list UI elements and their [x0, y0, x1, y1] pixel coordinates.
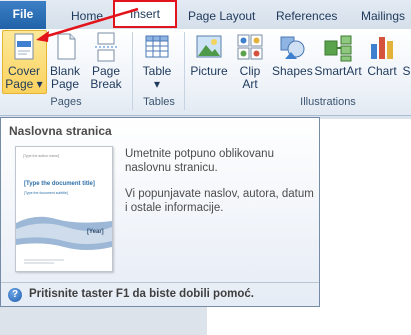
ribbon-insert: Cover Page ▾ Blank Page Page Break Pages [0, 29, 411, 116]
illustrations-group-label: Illustrations [300, 96, 356, 108]
shapes-icon [280, 36, 305, 59]
chart-button[interactable]: Chart [366, 32, 398, 78]
screenshot-label-partial: S [402, 65, 411, 78]
cover-page-thumbnail: [Type the author name] [Type the documen… [15, 146, 113, 272]
tooltip-description-2: Vi popunjavate naslov, autora, datum i o… [125, 188, 314, 214]
tooltip-description-1: Umetnite potpuno oblikovanu naslovnu str… [125, 148, 274, 174]
shapes-label: Shapes [272, 64, 313, 78]
tooltip-title: Naslovna stranica [9, 124, 112, 138]
cover-page-label-2: Page ▾ [5, 77, 43, 91]
table-dropdown-arrow: ▾ [153, 77, 161, 91]
cover-page-tooltip: Naslovna stranica [Type the author name]… [0, 117, 320, 307]
tab-references[interactable]: References [276, 5, 337, 27]
cover-page-icon [14, 33, 34, 60]
smartart-label: SmartArt [314, 64, 362, 78]
tab-mailings[interactable]: Mailings [361, 5, 405, 27]
tables-group-label: Tables [143, 96, 175, 108]
picture-icon [196, 35, 222, 58]
thumbnail-footer-lines [24, 259, 64, 264]
tab-home[interactable]: Home [71, 5, 103, 27]
help-text: Pritisnite taster F1 da biste dobili pom… [29, 288, 254, 300]
pages-group-label: Pages [50, 96, 82, 108]
page-break-icon [95, 32, 117, 62]
clip-art-icon [237, 34, 263, 60]
help-icon: ? [8, 288, 22, 302]
thumbnail-subtitle: [Type the document subtitle] [24, 191, 68, 195]
tooltip-description: Umetnite potpuno oblikovanu naslovnu str… [125, 147, 315, 227]
ribbon-tab-bar: File Home Insert Page Layout References … [0, 0, 411, 30]
clip-art-label-2: Art [242, 77, 258, 91]
page-break-label-2: Break [90, 77, 122, 91]
smartart-icon [324, 35, 352, 62]
clip-art-button[interactable]: Clip Art [233, 32, 267, 91]
chart-icon [371, 37, 393, 59]
table-button[interactable]: Table ▾ [138, 32, 176, 91]
group-separator [132, 32, 133, 110]
blank-page-label-2: Page [50, 77, 80, 91]
thumbnail-year: [Year] [87, 229, 104, 235]
group-separator [184, 32, 185, 110]
tab-insert-label: Insert [129, 7, 160, 21]
page-break-button[interactable]: Page Break [88, 32, 124, 91]
smartart-button[interactable]: SmartArt [313, 32, 363, 78]
shapes-button[interactable]: Shapes [272, 32, 313, 78]
tab-insert[interactable]: Insert [113, 0, 177, 28]
picture-label: Picture [190, 64, 228, 78]
blank-page-button[interactable]: Blank Page [48, 32, 82, 91]
table-icon [145, 35, 169, 58]
blank-page-icon [57, 33, 76, 60]
chart-label: Chart [367, 64, 397, 78]
screenshot-button-partial[interactable]: S [402, 65, 411, 78]
thumbnail-author: [Type the author name] [23, 154, 59, 158]
cover-page-button[interactable]: Cover Page ▾ [3, 32, 45, 91]
tab-file[interactable]: File [0, 1, 46, 29]
tab-page-layout[interactable]: Page Layout [188, 5, 255, 27]
tooltip-help-footer: ? Pritisnite taster F1 da biste dobili p… [1, 282, 319, 307]
picture-button[interactable]: Picture [188, 32, 230, 78]
thumbnail-title: [Type the document title] [24, 181, 95, 187]
